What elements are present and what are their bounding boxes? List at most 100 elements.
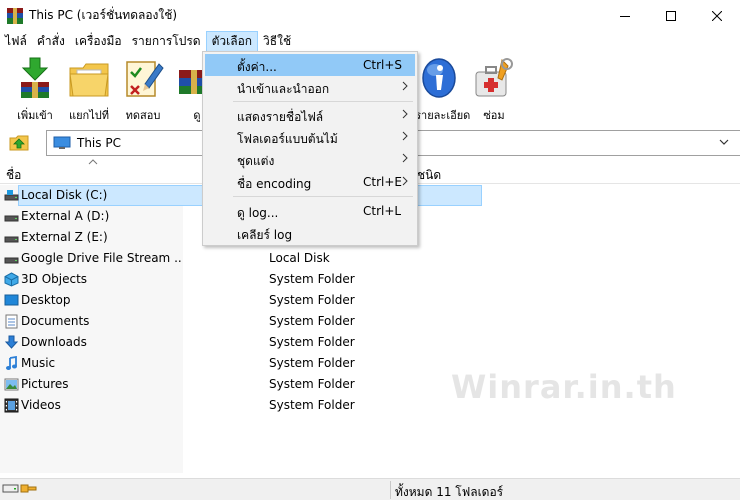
menu-item-shortcut: Ctrl+S xyxy=(363,58,403,72)
maximize-icon xyxy=(666,10,676,21)
repair-icon xyxy=(475,58,513,97)
test-icon xyxy=(126,61,164,97)
table-row[interactable]: Documents System Folder xyxy=(0,311,740,332)
menu-item-shortcut: Ctrl+L xyxy=(363,204,402,218)
row-type: System Folder xyxy=(269,377,355,391)
column-header-type[interactable]: ชนิด xyxy=(417,166,441,185)
drive-icon xyxy=(4,257,19,264)
minimize-button[interactable] xyxy=(602,0,648,31)
chevron-right-icon xyxy=(402,153,408,163)
menu-item-themes[interactable]: ชุดแต่ง xyxy=(205,148,415,170)
menu-item-label: โฟลเดอร์แบบต้นไม้ xyxy=(237,132,338,146)
table-row[interactable]: Google Drive File Stream ... Local Disk xyxy=(0,248,740,269)
desktop-icon xyxy=(4,294,19,306)
menu-item-label: ชื่อ encoding xyxy=(237,177,312,191)
table-row[interactable]: Desktop System Folder xyxy=(0,290,740,311)
close-icon xyxy=(712,10,722,21)
drive-icon xyxy=(4,236,19,243)
pictures-icon xyxy=(4,378,19,391)
extract-to-button-label: แยกไปที่ xyxy=(69,109,109,122)
menu-item-file-list[interactable]: แสดงรายชื่อไฟล์ xyxy=(205,104,415,126)
menu-commands[interactable]: คำสั่ง xyxy=(32,31,70,52)
row-type: System Folder xyxy=(269,314,355,328)
row-name: Downloads xyxy=(21,335,87,349)
row-name: 3D Objects xyxy=(21,272,88,286)
drive-icon xyxy=(4,215,19,222)
menu-file[interactable]: ไฟล์ xyxy=(0,31,32,52)
menu-tools[interactable]: เครื่องมือ xyxy=(70,31,127,52)
chevron-right-icon xyxy=(402,176,408,186)
sort-ascending-icon xyxy=(88,159,98,165)
winrar-window: This PC (เวอร์ชั่นทดลองใช้) ไฟล์ คำสั่ง … xyxy=(0,0,740,500)
close-button[interactable] xyxy=(694,0,740,31)
winrar-app-icon xyxy=(7,7,23,24)
row-type: System Folder xyxy=(269,398,355,412)
window-controls xyxy=(602,0,740,31)
menu-help[interactable]: วิธีใช้ xyxy=(258,31,296,52)
drive-status-icon xyxy=(2,484,19,493)
row-type: Local Disk xyxy=(269,251,330,265)
menu-item-settings[interactable]: ตั้งค่า... Ctrl+S xyxy=(205,54,415,76)
info-icon xyxy=(422,58,456,98)
menu-item-view-log[interactable]: ดู log... Ctrl+L xyxy=(205,200,415,222)
column-header-name[interactable]: ชื่อ xyxy=(6,166,21,185)
chevron-down-icon[interactable] xyxy=(719,137,729,147)
row-name: External Z (E:) xyxy=(21,230,108,244)
menu-item-shortcut: Ctrl+E xyxy=(363,175,402,189)
menu-item-label: ดู log... xyxy=(237,206,279,220)
add-button[interactable]: เพิ่มเข้า xyxy=(8,52,62,126)
address-path: This PC xyxy=(77,136,121,150)
row-name: Videos xyxy=(21,398,61,412)
info-button[interactable]: ดูรายละเอียดต่าง ๆ xyxy=(408,52,470,126)
menu-item-label: แสดงรายชื่อไฟล์ xyxy=(237,110,324,124)
up-folder-icon[interactable] xyxy=(9,133,29,151)
repair-button[interactable]: ซ่อม xyxy=(467,52,521,126)
watermark: Winrar.in.th xyxy=(451,368,677,406)
menu-item-name-encoding[interactable]: ชื่อ encoding Ctrl+E xyxy=(205,171,415,193)
status-separator xyxy=(390,481,391,499)
documents-icon xyxy=(5,314,18,329)
extract-to-button[interactable]: แยกไปที่ xyxy=(62,52,116,126)
minimize-icon xyxy=(620,15,630,17)
row-name: Music xyxy=(21,356,56,370)
table-row[interactable]: 3D Objects System Folder xyxy=(0,269,740,290)
menu-item-clear-log[interactable]: เคลียร์ log xyxy=(205,222,415,244)
system-drive-icon xyxy=(4,190,19,201)
menu-item-folder-tree[interactable]: โฟลเดอร์แบบต้นไม้ xyxy=(205,126,415,148)
row-type: System Folder xyxy=(269,335,355,349)
test-button[interactable]: ทดสอบ xyxy=(116,52,170,126)
3d-objects-icon xyxy=(4,272,19,287)
extract-to-icon xyxy=(69,63,109,97)
row-type: System Folder xyxy=(269,356,355,370)
menu-separator xyxy=(233,101,413,102)
row-name: Google Drive File Stream ... xyxy=(21,251,181,265)
menu-item-import-export[interactable]: นำเข้าและนำออก xyxy=(205,76,415,98)
repair-button-label: ซ่อม xyxy=(483,109,505,122)
add-button-label: เพิ่มเข้า xyxy=(17,109,53,122)
row-name: Pictures xyxy=(21,377,69,391)
test-button-label: ทดสอบ xyxy=(125,109,161,122)
row-type: System Folder xyxy=(269,272,355,286)
downloads-icon xyxy=(4,335,19,349)
menu-item-label: นำเข้าและนำออก xyxy=(237,82,330,96)
menu-separator xyxy=(233,196,413,197)
menu-favorites[interactable]: รายการโปรด xyxy=(127,31,206,52)
menu-item-label: ชุดแต่ง xyxy=(237,154,275,168)
options-menu: ตั้งค่า... Ctrl+S นำเข้าและนำออก แสดงราย… xyxy=(202,51,418,246)
row-name: Desktop xyxy=(21,293,71,307)
title-bar[interactable]: This PC (เวอร์ชั่นทดลองใช้) xyxy=(0,0,740,31)
table-row[interactable]: Downloads System Folder xyxy=(0,332,740,353)
menu-item-label: ตั้งค่า... xyxy=(237,60,277,74)
status-text: ทั้งหมด 11 โฟลเดอร์ xyxy=(395,485,504,499)
key-icon xyxy=(20,484,37,493)
window-title: This PC (เวอร์ชั่นทดลองใช้) xyxy=(29,8,178,22)
add-archive-icon xyxy=(21,57,49,98)
menu-item-label: เคลียร์ log xyxy=(237,228,293,242)
menu-options[interactable]: ตัวเลือก xyxy=(205,31,259,52)
maximize-button[interactable] xyxy=(648,0,694,31)
videos-icon xyxy=(4,398,19,413)
music-icon xyxy=(6,356,17,370)
chevron-right-icon xyxy=(402,81,408,91)
menu-bar: ไฟล์ คำสั่ง เครื่องมือ รายการโปรด ตัวเลื… xyxy=(0,31,740,52)
status-bar: ทั้งหมด 11 โฟลเดอร์ xyxy=(0,478,740,500)
